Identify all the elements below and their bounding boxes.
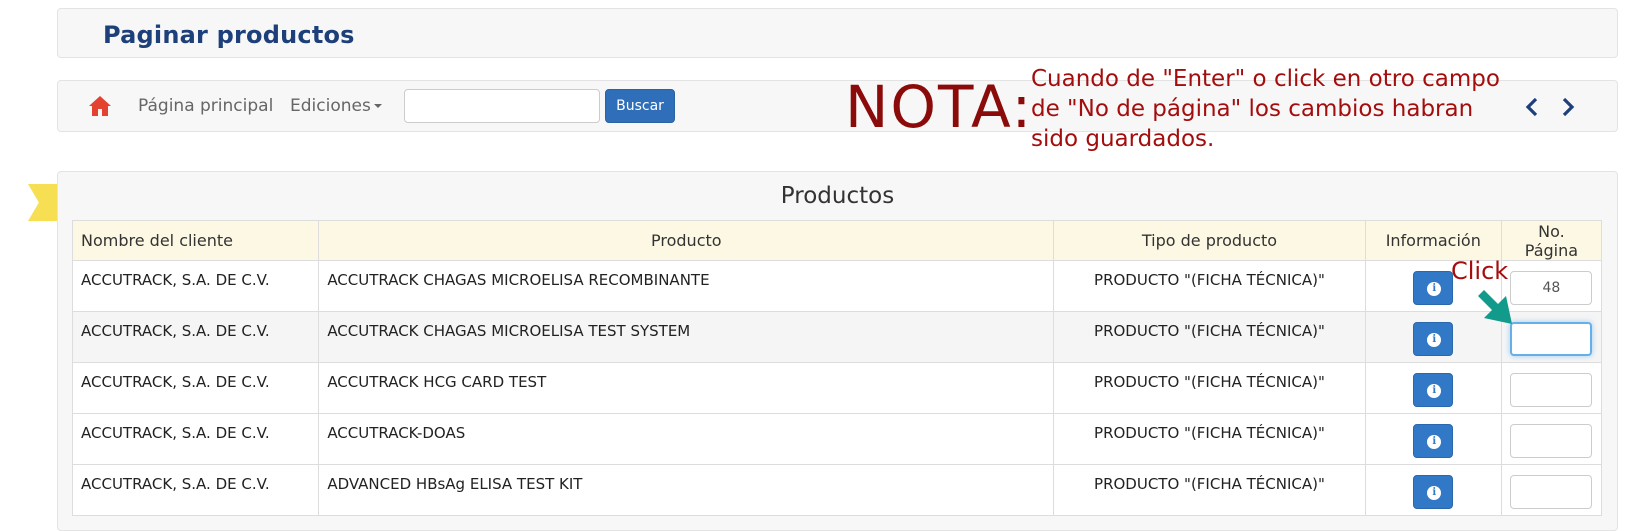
caret-down-icon	[373, 104, 382, 108]
table-row: ACCUTRACK, S.A. DE C.V. ACCUTRACK HCG CA…	[71, 362, 1603, 414]
column-header-product: Producto	[318, 220, 1055, 261]
cell-client: ACCUTRACK, S.A. DE C.V.	[71, 311, 320, 363]
chevron-left-icon[interactable]	[1523, 97, 1541, 117]
column-header-info: Información	[1364, 220, 1502, 261]
table-header-row: Nombre del cliente Producto Tipo de prod…	[71, 220, 1603, 261]
info-button[interactable]: i	[1413, 322, 1454, 356]
page-number-input[interactable]	[1510, 271, 1593, 305]
cell-product: ACCUTRACK-DOAS	[318, 413, 1055, 465]
info-button[interactable]: i	[1413, 424, 1454, 458]
cell-product: ACCUTRACK CHAGAS MICROELISA RECOMBINANTE	[318, 260, 1055, 312]
cell-client: ACCUTRACK, S.A. DE C.V.	[71, 362, 320, 414]
products-table: Nombre del cliente Producto Tipo de prod…	[71, 220, 1603, 516]
cell-page	[1500, 362, 1603, 414]
info-icon: i	[1427, 486, 1442, 500]
cell-product: ACCUTRACK CHAGAS MICROELISA TEST SYSTEM	[318, 311, 1055, 363]
cell-page	[1500, 413, 1603, 465]
cell-info: i	[1364, 362, 1502, 414]
pagination-arrows	[1523, 97, 1583, 117]
info-icon: i	[1427, 333, 1442, 347]
cell-product: ADVANCED HBsAg ELISA TEST KIT	[318, 464, 1055, 516]
cell-info: i	[1364, 413, 1502, 465]
info-button[interactable]: i	[1413, 373, 1454, 407]
home-icon[interactable]	[88, 95, 112, 117]
column-header-page: No. Página	[1500, 220, 1603, 261]
search-button[interactable]: Buscar	[605, 89, 675, 123]
cell-page	[1500, 464, 1603, 516]
page-title: Paginar productos	[103, 21, 355, 49]
info-icon: i	[1427, 384, 1442, 398]
annotation-arrow-icon	[1478, 290, 1512, 324]
note-text: Cuando de "Enter" o click en otro campo …	[1031, 66, 1500, 152]
editions-label: Ediciones	[290, 96, 371, 116]
table-row: ACCUTRACK, S.A. DE C.V. ACCUTRACK CHAGAS…	[71, 260, 1603, 312]
column-header-client: Nombre del cliente	[71, 220, 320, 261]
info-button[interactable]: i	[1413, 475, 1454, 509]
cell-type: PRODUCTO "(FICHA TÉCNICA)"	[1053, 413, 1366, 465]
page-number-input[interactable]	[1510, 424, 1593, 458]
table-row: ACCUTRACK, S.A. DE C.V. ADVANCED HBsAg E…	[71, 464, 1603, 516]
cell-type: PRODUCTO "(FICHA TÉCNICA)"	[1053, 311, 1366, 363]
cell-type: PRODUCTO "(FICHA TÉCNICA)"	[1053, 260, 1366, 312]
info-icon: i	[1427, 435, 1442, 449]
cell-client: ACCUTRACK, S.A. DE C.V.	[71, 464, 320, 516]
info-button[interactable]: i	[1413, 271, 1454, 305]
search-input[interactable]	[404, 89, 600, 123]
cell-type: PRODUCTO "(FICHA TÉCNICA)"	[1053, 464, 1366, 516]
cell-type: PRODUCTO "(FICHA TÉCNICA)"	[1053, 362, 1366, 414]
info-icon: i	[1427, 282, 1442, 296]
note-heading: NOTA:	[845, 73, 1034, 141]
nav-link-main-page[interactable]: Página principal	[138, 96, 273, 116]
ribbon-marker	[28, 184, 60, 221]
cell-client: ACCUTRACK, S.A. DE C.V.	[71, 260, 320, 312]
click-annotation-label: Click	[1451, 257, 1509, 285]
cell-client: ACCUTRACK, S.A. DE C.V.	[71, 413, 320, 465]
title-panel: Paginar productos	[57, 8, 1618, 58]
column-header-type: Tipo de producto	[1053, 220, 1366, 261]
products-heading: Productos	[780, 183, 895, 209]
table-row: ACCUTRACK, S.A. DE C.V. ACCUTRACK-DOAS P…	[71, 413, 1603, 465]
cell-info: i	[1364, 464, 1502, 516]
page-number-input[interactable]	[1510, 475, 1593, 509]
page-number-input[interactable]	[1510, 373, 1593, 407]
table-row: ACCUTRACK, S.A. DE C.V. ACCUTRACK CHAGAS…	[71, 311, 1603, 363]
page-number-input-active[interactable]	[1510, 322, 1593, 356]
chevron-right-icon[interactable]	[1559, 97, 1577, 117]
nav-dropdown-editions[interactable]: Ediciones	[290, 96, 382, 116]
cell-product: ACCUTRACK HCG CARD TEST	[318, 362, 1055, 414]
